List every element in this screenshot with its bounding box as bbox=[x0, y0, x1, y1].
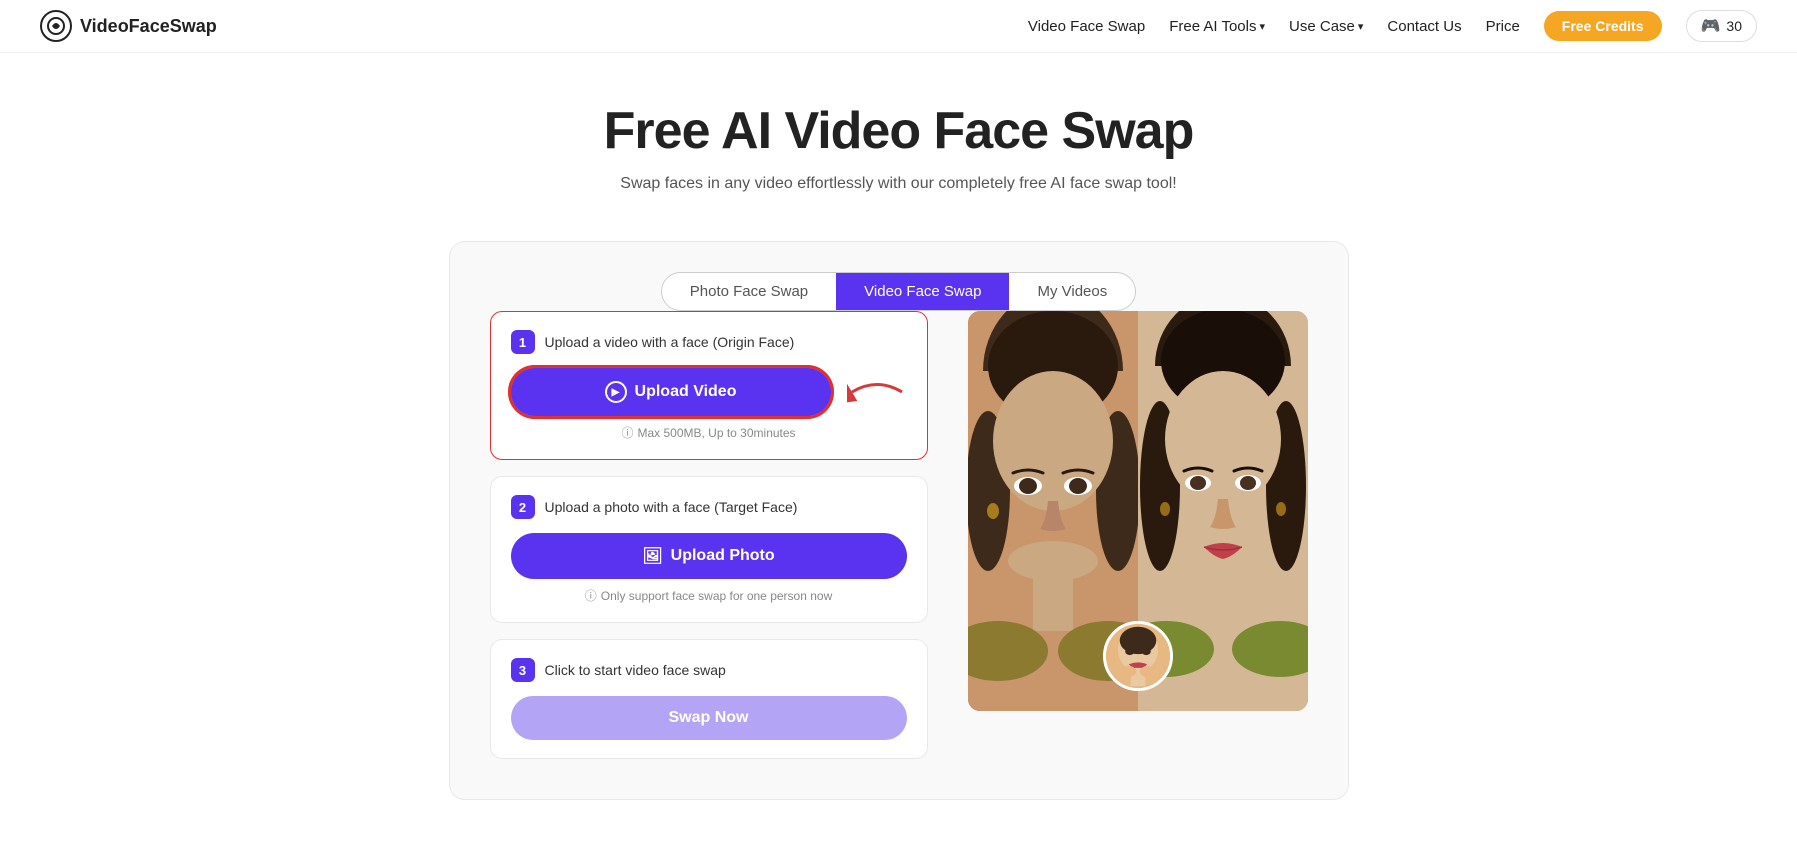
overlay-face-circle bbox=[1103, 621, 1173, 691]
tab-my-videos[interactable]: My Videos bbox=[1009, 273, 1135, 310]
upload-photo-button[interactable]: 🖼 Upload Photo bbox=[511, 533, 907, 579]
navbar: VideoFaceSwap Video Face Swap Free AI To… bbox=[0, 0, 1797, 53]
hero-subtitle: Swap faces in any video effortlessly wit… bbox=[20, 175, 1777, 193]
tabs-wrapper: Photo Face Swap Video Face Swap My Video… bbox=[490, 272, 1308, 311]
nav-video-face-swap[interactable]: Video Face Swap bbox=[1028, 18, 1145, 35]
step-2-hint: ⓘ Only support face swap for one person … bbox=[511, 587, 907, 604]
step-1-number: 1 bbox=[511, 330, 535, 354]
tab-photo-face-swap[interactable]: Photo Face Swap bbox=[662, 273, 836, 310]
hero-section: Free AI Video Face Swap Swap faces in an… bbox=[0, 53, 1797, 217]
logo-text: VideoFaceSwap bbox=[80, 16, 217, 37]
upload-photo-icon: 🖼 bbox=[642, 546, 662, 566]
tab-video-face-swap[interactable]: Video Face Swap bbox=[836, 273, 1009, 310]
preview-column bbox=[968, 311, 1308, 711]
step-2-card: 2 Upload a photo with a face (Target Fac… bbox=[490, 476, 928, 623]
tool-container: Photo Face Swap Video Face Swap My Video… bbox=[449, 241, 1349, 800]
step-1-hint: ⓘ Max 500MB, Up to 30minutes bbox=[511, 424, 907, 441]
step-1-header: 1 Upload a video with a face (Origin Fac… bbox=[511, 330, 907, 354]
swap-now-button[interactable]: Swap Now bbox=[511, 696, 907, 740]
upload-video-label: Upload Video bbox=[635, 383, 737, 401]
upload-photo-label: Upload Photo bbox=[671, 547, 775, 565]
step-3-header: 3 Click to start video face swap bbox=[511, 658, 907, 682]
tool-content: 1 Upload a video with a face (Origin Fac… bbox=[490, 311, 1308, 759]
credits-counter[interactable]: 🎮 30 bbox=[1686, 10, 1758, 42]
nav-price[interactable]: Price bbox=[1486, 18, 1520, 35]
logo[interactable]: VideoFaceSwap bbox=[40, 10, 217, 42]
red-arrow-icon bbox=[847, 372, 907, 412]
nav-use-case[interactable]: Use Case bbox=[1289, 18, 1363, 35]
logo-icon bbox=[40, 10, 72, 42]
swap-now-label: Swap Now bbox=[668, 709, 748, 727]
nav-contact-us[interactable]: Contact Us bbox=[1387, 18, 1461, 35]
step-2-title: Upload a photo with a face (Target Face) bbox=[545, 499, 798, 515]
credits-icon: 🎮 bbox=[1701, 16, 1721, 36]
play-icon: ▶ bbox=[605, 381, 627, 403]
upload-video-button[interactable]: ▶ Upload Video bbox=[511, 368, 831, 416]
step-3-card: 3 Click to start video face swap Swap No… bbox=[490, 639, 928, 759]
tabs: Photo Face Swap Video Face Swap My Video… bbox=[661, 272, 1136, 311]
info-icon-2: ⓘ bbox=[585, 587, 597, 604]
free-credits-button[interactable]: Free Credits bbox=[1544, 11, 1662, 41]
preview-images bbox=[968, 311, 1308, 711]
step-2-number: 2 bbox=[511, 495, 535, 519]
step-1-card: 1 Upload a video with a face (Origin Fac… bbox=[490, 311, 928, 460]
step-2-header: 2 Upload a photo with a face (Target Fac… bbox=[511, 495, 907, 519]
nav-free-ai-tools[interactable]: Free AI Tools bbox=[1169, 18, 1265, 35]
info-icon-1: ⓘ bbox=[621, 424, 633, 441]
step-1-title: Upload a video with a face (Origin Face) bbox=[545, 334, 795, 350]
step-3-title: Click to start video face swap bbox=[545, 662, 726, 678]
hero-title: Free AI Video Face Swap bbox=[20, 101, 1777, 161]
credits-count: 30 bbox=[1726, 18, 1742, 34]
nav-links: Video Face Swap Free AI Tools Use Case C… bbox=[1028, 10, 1757, 42]
steps-column: 1 Upload a video with a face (Origin Fac… bbox=[490, 311, 928, 759]
step-3-number: 3 bbox=[511, 658, 535, 682]
